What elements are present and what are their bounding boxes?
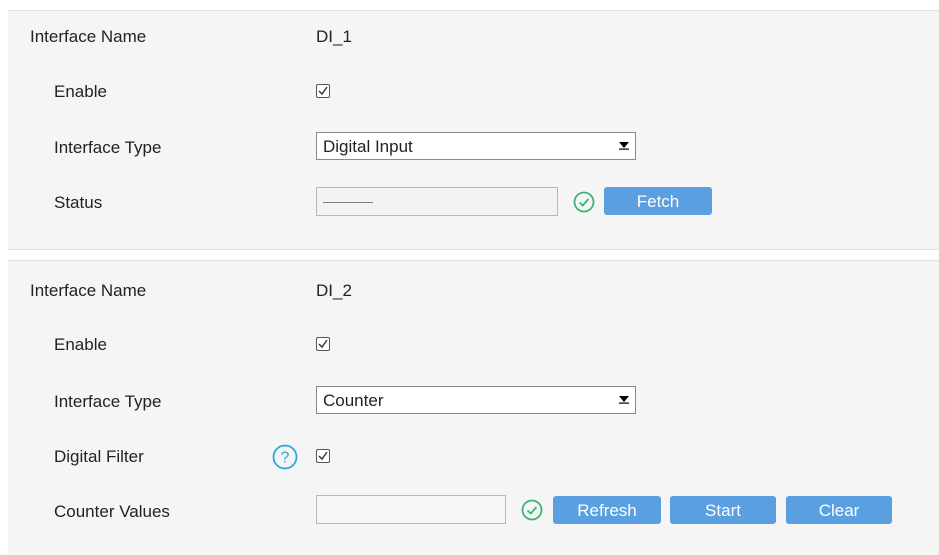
digital-filter-checkbox[interactable]: [316, 449, 330, 463]
di1-enable-checkbox[interactable]: [316, 84, 330, 98]
di2-interface-name-value: DI_2: [316, 281, 352, 300]
di1-interface-name-value: DI_1: [316, 27, 352, 46]
di1-interface-type-value: Digital Input: [323, 137, 413, 156]
di2-interface-type-label: Interface Type: [54, 392, 162, 411]
question-circle-icon[interactable]: ?: [272, 444, 298, 470]
check-circle-icon: [521, 499, 543, 521]
fetch-button[interactable]: Fetch: [604, 187, 712, 215]
di2-enable-checkbox[interactable]: [316, 337, 330, 351]
di1-enable-label: Enable: [54, 82, 107, 101]
di2-interface-type-value: Counter: [323, 391, 384, 410]
counter-values-field: [316, 495, 506, 524]
checkmark-icon: [318, 339, 328, 349]
caret-down-icon: [615, 389, 633, 411]
di1-status-value: ————: [323, 193, 373, 209]
di2-digital-filter-label: Digital Filter: [54, 447, 144, 466]
di1-interface-type-label: Interface Type: [54, 138, 162, 157]
di1-interface-name-label: Interface Name: [30, 27, 147, 46]
di2-enable-label: Enable: [54, 335, 107, 354]
counter-values-label: Counter Values: [54, 502, 170, 521]
di1-status-label: Status: [54, 193, 103, 212]
start-button[interactable]: Start: [670, 496, 776, 524]
di2-panel: Interface Name DI_2 Enable Interface Typ…: [8, 260, 939, 555]
caret-down-icon: [615, 135, 633, 157]
di1-interface-type-select[interactable]: Digital Input: [316, 132, 636, 160]
di1-status-field: ————: [316, 187, 558, 216]
di2-interface-name-label: Interface Name: [30, 281, 147, 300]
checkmark-icon: [318, 451, 328, 461]
check-circle-icon: [573, 191, 595, 213]
di1-panel: Interface Name DI_1 Enable Interface Typ…: [8, 10, 939, 250]
di2-interface-type-select[interactable]: Counter: [316, 386, 636, 414]
clear-button[interactable]: Clear: [786, 496, 892, 524]
refresh-button[interactable]: Refresh: [553, 496, 661, 524]
svg-text:?: ?: [281, 450, 290, 467]
checkmark-icon: [318, 86, 328, 96]
